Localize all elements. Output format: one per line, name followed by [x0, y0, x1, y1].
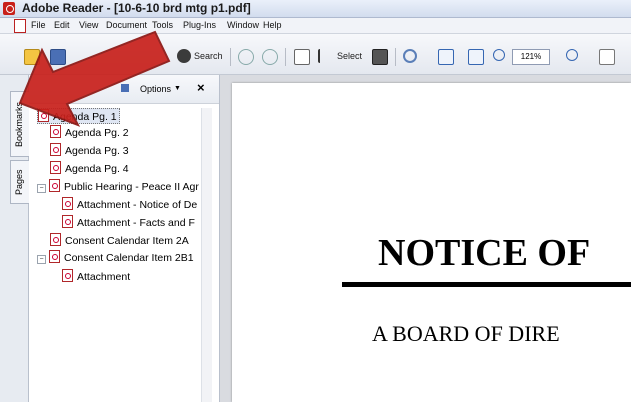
fit-page-icon[interactable] [438, 49, 454, 65]
toolbar-separator [230, 48, 231, 66]
bookmark-label: Consent Calendar Item 2A [65, 235, 189, 247]
tab-pages[interactable]: Pages [10, 160, 29, 204]
options-icon [121, 84, 129, 92]
document-menu-icon[interactable] [14, 19, 26, 33]
document-viewport[interactable]: NOTICE OF A BOARD OF DIRE [220, 75, 631, 402]
bookmark-label: Attachment - Facts and F [77, 217, 195, 229]
toolbar: Search Select 121% [0, 34, 631, 75]
menu-edit[interactable]: Edit [54, 19, 70, 31]
title-bar: Adobe Reader - [10-6-10 brd mtg p1.pdf] [0, 0, 631, 18]
zoom-out-icon[interactable] [493, 49, 505, 61]
bookmark-item[interactable]: Agenda Pg. 4 [50, 161, 129, 175]
pdf-page-icon [49, 250, 60, 263]
open-folder-icon[interactable] [24, 49, 40, 65]
menu-file[interactable]: File [31, 19, 46, 31]
save-icon[interactable] [50, 49, 66, 65]
rotate-clockwise-icon[interactable] [262, 49, 278, 65]
pdf-page-icon [38, 109, 49, 122]
navigation-tabs: Bookmarks Pages [0, 75, 29, 402]
bookmark-item[interactable]: Agenda Pg. 1 [37, 108, 120, 124]
bookmark-label: Attachment [77, 271, 131, 283]
bookmark-label: Agenda Pg. 1 [53, 111, 117, 123]
bookmark-item[interactable]: Attachment - Notice of De [62, 197, 197, 211]
bookmark-label: Attachment - Notice of De [77, 199, 198, 211]
zoom-in-plus-icon[interactable] [566, 49, 578, 61]
document-subheading: A BOARD OF DIRE [372, 321, 560, 346]
select-button[interactable]: Select [337, 50, 362, 62]
hand-tool-icon[interactable] [294, 49, 310, 65]
search-button[interactable]: Search [194, 50, 223, 62]
pdf-page-icon [50, 125, 61, 138]
toolbar-separator [285, 48, 286, 66]
pdf-page-icon [49, 179, 60, 192]
binoculars-icon[interactable] [177, 49, 191, 63]
bookmark-item[interactable]: Consent Calendar Item 2A [50, 233, 189, 247]
expand-icon[interactable]: − [37, 255, 46, 264]
bookmarks-scrollbar[interactable] [201, 108, 212, 402]
bookmark-item[interactable]: Agenda Pg. 2 [50, 125, 129, 139]
document-heading: NOTICE OF [378, 232, 591, 274]
zoom-level-field[interactable]: 121% [512, 49, 550, 65]
menu-tools[interactable]: Tools [152, 19, 173, 31]
tab-pages-label: Pages [14, 169, 24, 195]
menu-document[interactable]: Document [106, 19, 147, 31]
menu-window[interactable]: Window [227, 19, 259, 31]
tab-bookmarks-label: Bookmarks [14, 101, 24, 147]
bookmark-item[interactable]: − Consent Calendar Item 2B1 [37, 250, 194, 264]
pdf-page-icon [62, 269, 73, 282]
pdf-page-icon [62, 215, 73, 228]
chevron-down-icon: ▼ [174, 85, 181, 92]
expand-icon[interactable]: − [37, 184, 46, 193]
text-cursor-icon [318, 49, 326, 63]
adobe-logo-icon [3, 2, 15, 15]
toolbar-separator [395, 48, 396, 66]
rotate-icon[interactable] [238, 49, 254, 65]
camera-icon[interactable] [372, 49, 388, 65]
window-title: Adobe Reader - [10-6-10 brd mtg p1.pdf] [22, 1, 251, 15]
zoom-in-icon[interactable] [403, 49, 417, 63]
bookmark-item[interactable]: Agenda Pg. 3 [50, 143, 129, 157]
bookmark-label: Agenda Pg. 4 [65, 163, 129, 175]
menu-plugins[interactable]: Plug-Ins [183, 19, 216, 31]
bookmark-label: Agenda Pg. 3 [65, 145, 129, 157]
pdf-page-icon [62, 197, 73, 210]
heading-rule [342, 282, 631, 287]
tab-bookmarks[interactable]: Bookmarks [10, 91, 29, 157]
bookmark-label: Agenda Pg. 2 [65, 127, 129, 139]
pdf-page-icon [50, 161, 61, 174]
bookmark-item[interactable]: Attachment - Facts and F [62, 215, 195, 229]
bookmark-item[interactable]: Attachment [62, 269, 130, 283]
bookmarks-panel: Options ▼ × Agenda Pg. 1 Agenda Pg. 2 Ag… [29, 75, 220, 402]
bookmarks-panel-header: Options ▼ × [29, 75, 219, 104]
menu-bar: File Edit View Document Tools Plug-Ins W… [0, 18, 631, 34]
menu-view[interactable]: View [79, 19, 98, 31]
bookmark-label: Public Hearing - Peace II Agr [64, 181, 199, 193]
bookmark-label: Consent Calendar Item 2B1 [64, 252, 194, 264]
menu-help[interactable]: Help [263, 19, 282, 31]
page-layout-icon[interactable] [599, 49, 615, 65]
pdf-page-icon [50, 143, 61, 156]
fit-width-icon[interactable] [468, 49, 484, 65]
bookmark-item[interactable]: − Public Hearing - Peace II Agr [37, 179, 199, 193]
close-icon[interactable]: × [197, 80, 205, 96]
options-button[interactable]: Options [140, 83, 171, 95]
pdf-page-icon [50, 233, 61, 246]
pdf-page: NOTICE OF A BOARD OF DIRE [232, 83, 631, 402]
